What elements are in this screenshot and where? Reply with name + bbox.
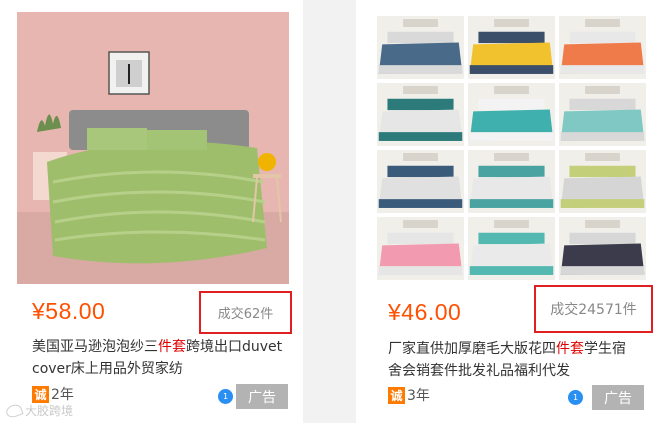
collage-tile bbox=[377, 217, 464, 280]
collage-tile bbox=[559, 150, 646, 213]
collage-tile bbox=[377, 150, 464, 213]
watermark-logo-icon bbox=[4, 402, 24, 419]
collage-tile bbox=[559, 217, 646, 280]
product-image[interactable] bbox=[373, 12, 650, 284]
ad-badge: 广告 bbox=[236, 384, 288, 409]
collage-tile bbox=[468, 217, 555, 280]
bedding-collage bbox=[373, 12, 650, 284]
product-card[interactable]: ¥58.00 成交62件 美国亚马逊泡泡纱三件套跨境出口duvet cover床… bbox=[0, 0, 303, 423]
product-card[interactable]: ¥46.00 成交24571件 厂家直供加厚磨毛大版花四件套学生宿舍会销套件批发… bbox=[356, 0, 671, 423]
collage-tile bbox=[559, 16, 646, 79]
ad-badge: 广告 bbox=[592, 385, 644, 410]
title-text: 厂家直供加厚磨毛大版花四 bbox=[388, 341, 556, 357]
chengxintong-row: 诚 3年 bbox=[388, 385, 430, 405]
sales-count: 成交24571件 bbox=[534, 285, 653, 333]
product-image[interactable] bbox=[17, 12, 289, 284]
cheng-icon: 诚 bbox=[388, 386, 405, 404]
product-price: ¥46.00 bbox=[388, 299, 462, 325]
title-highlight: 件套 bbox=[556, 341, 584, 357]
watermark-text: 大胶跨境 bbox=[25, 404, 74, 418]
collage-tile bbox=[559, 83, 646, 146]
title-text: 美国亚马逊泡泡纱三 bbox=[32, 339, 158, 355]
sales-count: 成交62件 bbox=[199, 291, 292, 334]
watermark: 大胶跨境 bbox=[4, 402, 74, 419]
membership-years: 3年 bbox=[407, 388, 430, 404]
collage-tile bbox=[468, 83, 555, 146]
product-price: ¥58.00 bbox=[32, 298, 106, 324]
chat-icon[interactable]: 1 bbox=[218, 389, 233, 404]
cheng-icon: 诚 bbox=[32, 385, 49, 403]
chengxintong-row: 诚 2年 bbox=[32, 384, 74, 404]
membership-years: 2年 bbox=[51, 387, 74, 403]
product-title[interactable]: 厂家直供加厚磨毛大版花四件套学生宿舍会销套件批发礼品福利代发 bbox=[388, 338, 636, 382]
bedroom-photo bbox=[17, 12, 289, 284]
title-highlight: 件套 bbox=[158, 339, 186, 355]
collage-tile bbox=[468, 16, 555, 79]
product-title[interactable]: 美国亚马逊泡泡纱三件套跨境出口duvet cover床上用品外贸家纺 bbox=[32, 336, 288, 380]
collage-tile bbox=[377, 16, 464, 79]
collage-tile bbox=[468, 150, 555, 213]
chat-icon[interactable]: 1 bbox=[568, 390, 583, 405]
collage-tile bbox=[377, 83, 464, 146]
